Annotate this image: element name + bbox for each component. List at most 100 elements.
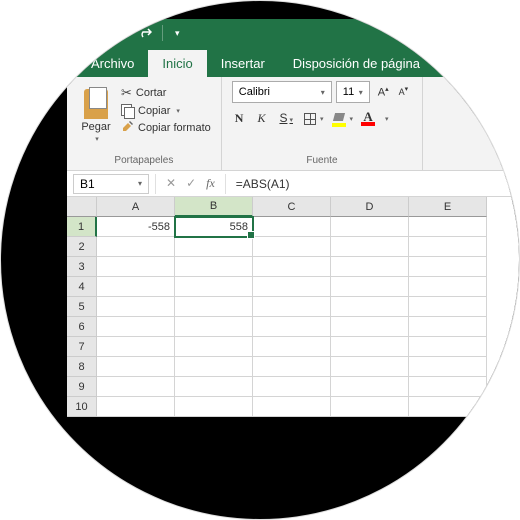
formula-input[interactable]: =ABS(A1) bbox=[226, 177, 520, 191]
tab-disposicion[interactable]: Disposición de página bbox=[279, 50, 434, 77]
cell[interactable] bbox=[331, 297, 409, 317]
cell[interactable] bbox=[409, 257, 487, 277]
tab-insertar[interactable]: Insertar bbox=[207, 50, 279, 77]
decrease-font-button[interactable]: A▾ bbox=[395, 82, 413, 102]
cell[interactable] bbox=[331, 377, 409, 397]
cell[interactable] bbox=[331, 257, 409, 277]
row-header[interactable]: 5 bbox=[67, 297, 97, 317]
paste-button[interactable]: Pegar ▾ bbox=[77, 81, 115, 147]
cell[interactable] bbox=[175, 277, 253, 297]
cell[interactable] bbox=[175, 257, 253, 277]
font-name-value: Calibri bbox=[239, 86, 270, 98]
cell[interactable] bbox=[97, 397, 175, 417]
qat-customize-icon[interactable]: ▾ bbox=[173, 28, 180, 39]
cell-b1[interactable]: 558 bbox=[175, 217, 253, 237]
tab-archivo[interactable]: Archivo bbox=[77, 50, 148, 77]
col-header[interactable]: C bbox=[253, 197, 331, 217]
italic-button[interactable]: K bbox=[254, 109, 268, 128]
cell[interactable] bbox=[97, 257, 175, 277]
cell[interactable] bbox=[409, 277, 487, 297]
cell[interactable] bbox=[331, 357, 409, 377]
cell[interactable] bbox=[253, 237, 331, 257]
cell[interactable] bbox=[331, 317, 409, 337]
cancel-formula-button[interactable]: ✕ bbox=[166, 176, 176, 191]
cell[interactable] bbox=[253, 397, 331, 417]
format-painter-button[interactable]: Copiar formato bbox=[121, 120, 211, 136]
row-header[interactable]: 3 bbox=[67, 257, 97, 277]
cell[interactable] bbox=[331, 217, 409, 237]
row-header[interactable]: 1 bbox=[67, 217, 97, 237]
cell[interactable] bbox=[253, 377, 331, 397]
cell[interactable] bbox=[409, 397, 487, 417]
col-header[interactable]: D bbox=[331, 197, 409, 217]
col-header[interactable]: E bbox=[409, 197, 487, 217]
row-header[interactable]: 10 bbox=[67, 397, 97, 417]
cell[interactable] bbox=[253, 277, 331, 297]
cell[interactable] bbox=[175, 377, 253, 397]
cell[interactable] bbox=[175, 317, 253, 337]
cell[interactable] bbox=[331, 397, 409, 417]
cell[interactable] bbox=[253, 217, 331, 237]
col-header[interactable]: B bbox=[175, 197, 253, 217]
cell[interactable] bbox=[409, 377, 487, 397]
borders-button[interactable]: ▾ bbox=[304, 113, 324, 125]
cell[interactable] bbox=[253, 257, 331, 277]
font-size-select[interactable]: 11 ▾ bbox=[336, 81, 370, 103]
undo-icon[interactable] bbox=[114, 26, 128, 41]
row-header[interactable]: 4 bbox=[67, 277, 97, 297]
tab-formulas[interactable]: Fo bbox=[434, 50, 477, 77]
cell[interactable] bbox=[331, 237, 409, 257]
excel-window: ▾ Archivo Inicio Insertar Disposición de… bbox=[67, 19, 520, 417]
row-header[interactable]: 9 bbox=[67, 377, 97, 397]
cell[interactable] bbox=[97, 377, 175, 397]
save-icon[interactable] bbox=[79, 25, 93, 42]
cell-a1[interactable]: -558 bbox=[97, 217, 175, 237]
cell[interactable] bbox=[409, 217, 487, 237]
cell[interactable] bbox=[331, 337, 409, 357]
cell[interactable] bbox=[175, 337, 253, 357]
chevron-down-icon[interactable]: ▾ bbox=[383, 115, 389, 123]
font-name-select[interactable]: Calibri ▾ bbox=[232, 81, 332, 103]
tab-inicio[interactable]: Inicio bbox=[148, 50, 206, 77]
select-all-corner[interactable] bbox=[67, 197, 97, 217]
chevron-down-icon: ▾ bbox=[321, 88, 325, 97]
cut-button[interactable]: ✂ Cortar bbox=[121, 85, 211, 101]
cell[interactable] bbox=[253, 297, 331, 317]
cell[interactable] bbox=[331, 277, 409, 297]
cell[interactable] bbox=[97, 237, 175, 257]
cell[interactable] bbox=[175, 237, 253, 257]
col-header[interactable]: A bbox=[97, 197, 175, 217]
ribbon-tabs: Archivo Inicio Insertar Disposición de p… bbox=[67, 47, 520, 77]
cell[interactable] bbox=[97, 337, 175, 357]
cell[interactable] bbox=[253, 357, 331, 377]
cell[interactable] bbox=[97, 277, 175, 297]
cell[interactable] bbox=[409, 237, 487, 257]
cell[interactable] bbox=[97, 297, 175, 317]
row-header[interactable]: 6 bbox=[67, 317, 97, 337]
cell[interactable] bbox=[97, 317, 175, 337]
row-header[interactable]: 2 bbox=[67, 237, 97, 257]
cell[interactable] bbox=[253, 337, 331, 357]
row-header[interactable]: 7 bbox=[67, 337, 97, 357]
row-header[interactable]: 8 bbox=[67, 357, 97, 377]
redo-icon[interactable] bbox=[138, 26, 152, 41]
cell[interactable] bbox=[409, 317, 487, 337]
cell[interactable] bbox=[253, 317, 331, 337]
clipboard-icon bbox=[81, 85, 111, 119]
cell[interactable] bbox=[175, 297, 253, 317]
cell[interactable] bbox=[175, 397, 253, 417]
insert-function-button[interactable]: fx bbox=[206, 176, 215, 191]
increase-font-button[interactable]: A▴ bbox=[374, 82, 393, 102]
cell[interactable] bbox=[409, 297, 487, 317]
bold-button[interactable]: N bbox=[232, 109, 247, 128]
confirm-formula-button[interactable]: ✓ bbox=[186, 176, 196, 191]
cell[interactable] bbox=[97, 357, 175, 377]
underline-button[interactable]: S▾ bbox=[276, 109, 296, 128]
cell[interactable] bbox=[409, 357, 487, 377]
name-box[interactable]: B1 ▾ bbox=[73, 174, 149, 194]
font-color-button[interactable]: A bbox=[361, 111, 375, 126]
copy-button[interactable]: Copiar ▾ bbox=[121, 104, 211, 117]
fill-color-button[interactable]: ▾ bbox=[332, 111, 354, 127]
cell[interactable] bbox=[175, 357, 253, 377]
cell[interactable] bbox=[409, 337, 487, 357]
